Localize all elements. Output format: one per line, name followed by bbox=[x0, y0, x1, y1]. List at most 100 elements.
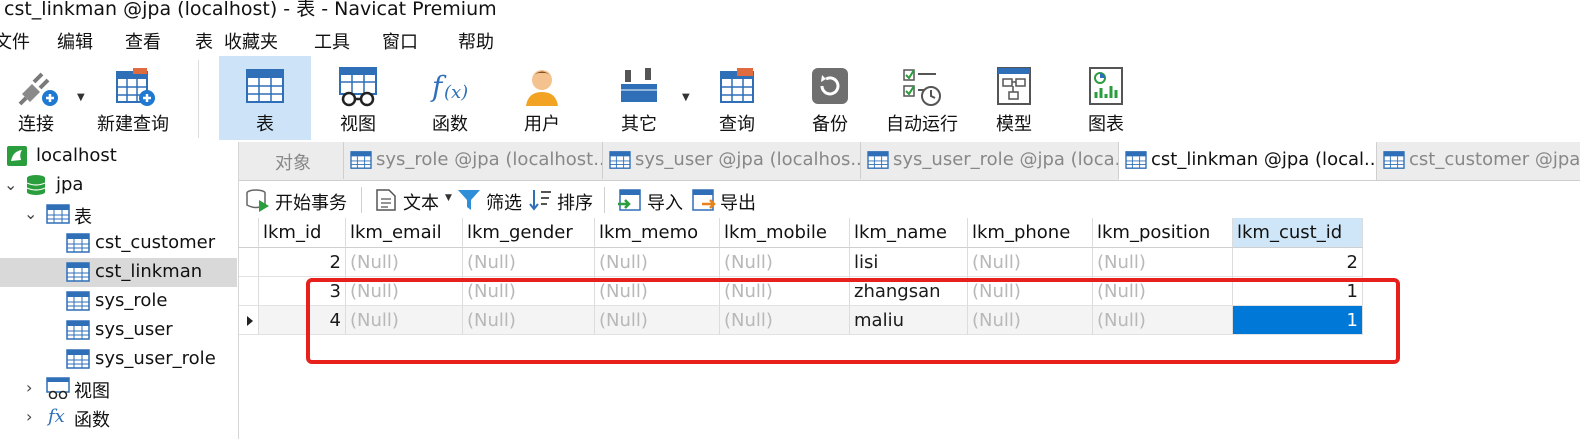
import-button[interactable]: 导入 bbox=[617, 187, 683, 214]
table-button[interactable]: 表 bbox=[219, 56, 311, 140]
tab-sys-user-role[interactable]: sys_user_role @jpa (loca... bbox=[861, 142, 1119, 179]
column-header[interactable]: lkm_email bbox=[346, 218, 463, 248]
view-button[interactable]: 视图 bbox=[312, 56, 404, 140]
tree-table-sys-role[interactable]: sys_role bbox=[0, 287, 237, 316]
menu-table[interactable]: 表 bbox=[195, 28, 213, 54]
cell-lkm-memo[interactable]: (Null) bbox=[595, 306, 720, 335]
cell-lkm-memo[interactable]: (Null) bbox=[595, 277, 720, 306]
user-button[interactable]: 用户 bbox=[496, 56, 588, 140]
cell-lkm-phone[interactable]: (Null) bbox=[968, 248, 1093, 277]
user-icon bbox=[526, 70, 558, 106]
connect-button[interactable]: 连接 bbox=[0, 56, 72, 140]
tree-table-cst-linkman[interactable]: cst_linkman bbox=[0, 258, 237, 287]
export-label: 导出 bbox=[720, 193, 756, 214]
cell-lkm-email[interactable]: (Null) bbox=[346, 277, 463, 306]
tab-sys-role[interactable]: sys_role @jpa (localhost... bbox=[344, 142, 603, 179]
cell-lkm-email[interactable]: (Null) bbox=[346, 306, 463, 335]
menu-window[interactable]: 窗口 bbox=[382, 28, 418, 54]
tab-sys-user[interactable]: sys_user @jpa (localhos... bbox=[603, 142, 861, 179]
menu-favorites[interactable]: 收藏夹 bbox=[224, 28, 278, 54]
cell-lkm-position[interactable]: (Null) bbox=[1093, 248, 1233, 277]
table-icon bbox=[66, 320, 90, 340]
cell-lkm-position[interactable]: (Null) bbox=[1093, 277, 1233, 306]
table-icon bbox=[867, 151, 889, 169]
column-header[interactable]: lkm_mobile bbox=[720, 218, 850, 248]
column-header[interactable]: lkm_id bbox=[259, 218, 346, 248]
backup-icon bbox=[812, 68, 848, 104]
tab-objects[interactable]: 对象 bbox=[239, 142, 344, 179]
tree-table-sys-user[interactable]: sys_user bbox=[0, 316, 237, 345]
cell-lkm-cust-id[interactable]: 1 bbox=[1233, 277, 1363, 306]
cell-lkm-cust-id-selected[interactable]: 1 bbox=[1233, 306, 1363, 335]
function-button[interactable]: f (x) 函数 bbox=[404, 56, 496, 140]
filter-button[interactable]: 筛选 bbox=[456, 187, 522, 214]
cell-lkm-mobile[interactable]: (Null) bbox=[720, 248, 850, 277]
cell-lkm-id[interactable]: 2 bbox=[259, 248, 346, 277]
menu-help[interactable]: 帮助 bbox=[458, 28, 494, 54]
column-header[interactable]: lkm_memo bbox=[595, 218, 720, 248]
table-icon bbox=[66, 349, 90, 369]
object-toolbar: 开始事务 文本 ▼ 筛选 排序 导入 导出 bbox=[239, 181, 1580, 218]
connect-dropdown-icon[interactable]: ▼ bbox=[77, 92, 85, 103]
tree-table-cst-customer[interactable]: cst_customer bbox=[0, 229, 237, 258]
menu-view[interactable]: 查看 bbox=[125, 28, 161, 54]
tab-cst-linkman[interactable]: cst_linkman @jpa (local... bbox=[1119, 142, 1377, 180]
cell-lkm-email[interactable]: (Null) bbox=[346, 248, 463, 277]
cell-lkm-phone[interactable]: (Null) bbox=[968, 306, 1093, 335]
new-query-button[interactable]: 新建查询 bbox=[90, 56, 176, 140]
chevron-right-icon[interactable]: › bbox=[26, 378, 32, 397]
cell-lkm-name[interactable]: maliu bbox=[850, 306, 968, 335]
query-button[interactable]: 查询 bbox=[692, 56, 782, 140]
model-button[interactable]: 模型 bbox=[968, 56, 1060, 140]
begin-transaction-button[interactable]: 开始事务 bbox=[245, 187, 349, 214]
column-header[interactable]: lkm_gender bbox=[463, 218, 595, 248]
text-dropdown-icon[interactable]: ▼ bbox=[445, 193, 452, 203]
column-header[interactable]: lkm_phone bbox=[968, 218, 1093, 248]
text-document-icon bbox=[376, 189, 396, 211]
svg-text:(x): (x) bbox=[444, 82, 468, 103]
cell-lkm-gender[interactable]: (Null) bbox=[463, 306, 595, 335]
cell-lkm-cust-id[interactable]: 2 bbox=[1233, 248, 1363, 277]
cell-lkm-position[interactable]: (Null) bbox=[1093, 306, 1233, 335]
tab-cst-customer[interactable]: cst_customer @jpa bbox=[1377, 142, 1580, 179]
text-button[interactable]: 文本 ▼ bbox=[373, 187, 453, 214]
model-label: 模型 bbox=[996, 114, 1032, 135]
tree-group-tables[interactable]: ⌄ 表 bbox=[0, 200, 237, 229]
row-indicator[interactable] bbox=[239, 306, 259, 335]
cell-lkm-memo[interactable]: (Null) bbox=[595, 248, 720, 277]
row-indicator[interactable] bbox=[239, 277, 259, 306]
menu-file[interactable]: 文件 bbox=[0, 28, 30, 54]
toolbar-divider bbox=[361, 187, 362, 213]
menu-tools[interactable]: 工具 bbox=[314, 28, 350, 54]
chevron-down-icon[interactable]: ⌄ bbox=[24, 204, 37, 223]
tree-table-sys-user-role[interactable]: sys_user_role bbox=[0, 345, 237, 374]
cell-lkm-name[interactable]: lisi bbox=[850, 248, 968, 277]
cell-lkm-id[interactable]: 4 bbox=[259, 306, 346, 335]
column-header[interactable]: lkm_name bbox=[850, 218, 968, 248]
chart-button[interactable]: 图表 bbox=[1060, 56, 1152, 140]
cell-lkm-gender[interactable]: (Null) bbox=[463, 277, 595, 306]
tree-connection-localhost[interactable]: localhost bbox=[0, 142, 237, 171]
tree-group-functions[interactable]: › fx 函数 bbox=[0, 403, 237, 432]
other-dropdown-icon[interactable]: ▼ bbox=[682, 92, 690, 103]
cell-lkm-mobile[interactable]: (Null) bbox=[720, 306, 850, 335]
chevron-right-icon[interactable]: › bbox=[26, 407, 32, 426]
menu-edit[interactable]: 编辑 bbox=[57, 28, 93, 54]
cell-lkm-phone[interactable]: (Null) bbox=[968, 277, 1093, 306]
tree-group-views[interactable]: › 视图 bbox=[0, 374, 237, 403]
column-header[interactable]: lkm_cust_id bbox=[1233, 218, 1363, 248]
auto-run-button[interactable]: 自动运行 bbox=[876, 56, 968, 140]
cell-lkm-id[interactable]: 3 bbox=[259, 277, 346, 306]
tree-database-jpa[interactable]: ⌄ jpa bbox=[0, 171, 237, 200]
export-button[interactable]: 导出 bbox=[690, 187, 756, 214]
row-indicator[interactable] bbox=[239, 248, 259, 277]
chevron-down-icon[interactable]: ⌄ bbox=[4, 175, 17, 194]
column-header[interactable]: lkm_position bbox=[1093, 218, 1233, 248]
cell-lkm-gender[interactable]: (Null) bbox=[463, 248, 595, 277]
sort-button[interactable]: 排序 bbox=[527, 187, 593, 214]
other-button[interactable]: 其它 bbox=[596, 56, 682, 140]
tree-table-label: sys_role bbox=[95, 290, 168, 311]
backup-button[interactable]: 备份 bbox=[784, 56, 876, 140]
cell-lkm-name[interactable]: zhangsan bbox=[850, 277, 968, 306]
cell-lkm-mobile[interactable]: (Null) bbox=[720, 277, 850, 306]
